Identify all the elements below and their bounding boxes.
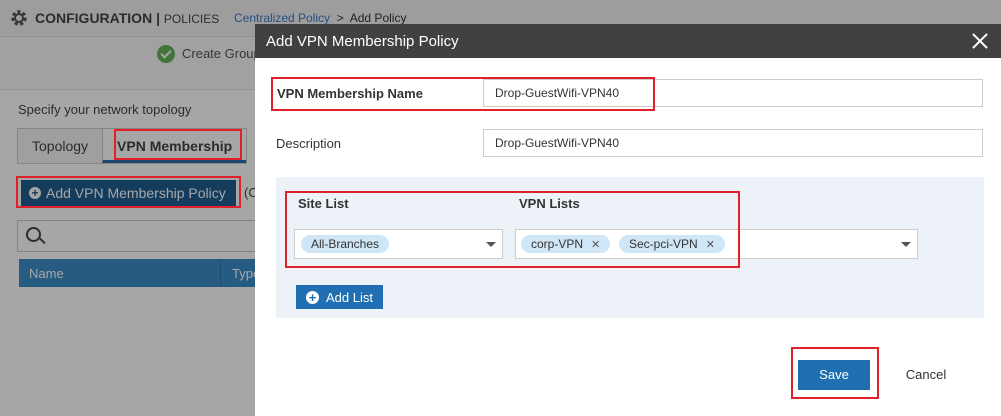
add-list-label: Add List — [326, 289, 373, 305]
highlight-name-field — [271, 77, 655, 111]
add-vpn-membership-policy-dialog: Add VPN Membership Policy VPN Membership… — [255, 24, 1001, 416]
dialog-header: Add VPN Membership Policy — [255, 24, 1001, 58]
add-list-button[interactable]: + Add List — [296, 285, 383, 309]
highlight-vpn-membership-tab — [114, 129, 242, 160]
plus-circle-icon: + — [306, 290, 319, 304]
description-label: Description — [276, 136, 342, 151]
description-input[interactable]: Drop-GuestWifi-VPN40 — [483, 129, 983, 157]
chevron-down-icon[interactable] — [901, 242, 911, 247]
cancel-button[interactable]: Cancel — [895, 360, 957, 390]
close-icon[interactable] — [971, 32, 989, 50]
highlight-site-vpn-lists — [285, 191, 740, 268]
dialog-title: Add VPN Membership Policy — [266, 33, 459, 50]
highlight-save-button — [791, 347, 879, 399]
highlight-add-policy-button — [16, 176, 241, 208]
